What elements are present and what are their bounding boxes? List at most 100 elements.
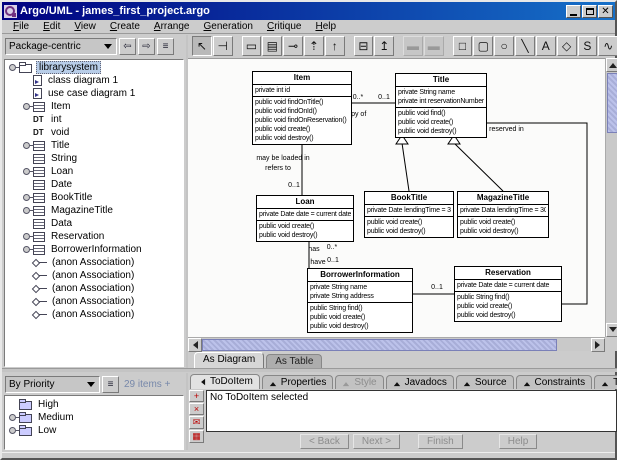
uml-operation[interactable]: public void destroy() <box>310 322 410 331</box>
explorer-tree[interactable]: librarysystemclass diagram 1use case dia… <box>4 59 184 367</box>
email-expert-button[interactable]: ✉ <box>189 416 204 429</box>
perspective-forward-button[interactable]: ⇨ <box>138 38 155 55</box>
tree-item-booktitle[interactable]: BookTitle <box>5 191 183 204</box>
uml-class-loan[interactable]: Loanprivate Date date = current datepubl… <box>256 195 354 242</box>
uml-class-reservation[interactable]: Reservationprivate Date date = current d… <box>454 266 562 322</box>
rectangle-tool-icon[interactable]: □ <box>453 36 473 56</box>
uml-attribute[interactable]: private Date lendingTime = 30 <box>367 206 451 215</box>
nav-perspective-combo[interactable]: Package-centric <box>5 38 117 55</box>
line-tool-icon[interactable]: ╲ <box>515 36 535 56</box>
scroll-up-icon[interactable] <box>606 58 617 72</box>
uml-attribute[interactable]: private Data lendingTime = 30 <box>460 206 546 215</box>
attribute-tool-icon[interactable]: ⊟ <box>354 36 374 56</box>
expand-handle-icon[interactable] <box>23 233 30 240</box>
uml-attribute[interactable]: private int id <box>255 86 349 95</box>
expand-handle-icon[interactable] <box>23 142 30 149</box>
expand-handle-icon[interactable] <box>23 168 30 175</box>
minimize-button[interactable] <box>566 5 581 18</box>
uml-operation[interactable]: public void find() <box>398 109 484 118</box>
tree-item-anon-association[interactable]: (anon Association) <box>5 308 183 321</box>
uml-operation[interactable]: public void create() <box>310 313 410 322</box>
todo-tree[interactable]: HighMediumLow <box>4 395 184 450</box>
tree-item-anon-association[interactable]: (anon Association) <box>5 269 183 282</box>
expand-handle-icon[interactable] <box>23 194 30 201</box>
uml-operation[interactable]: public void create() <box>460 218 546 227</box>
uml-operation[interactable]: public void create() <box>398 118 484 127</box>
uml-attribute[interactable]: private String address <box>310 292 410 301</box>
generalization-tool-icon[interactable]: ↑ <box>325 36 345 56</box>
edge-label[interactable]: 0..1 <box>378 94 390 101</box>
tree-item-void[interactable]: DTvoid <box>5 126 183 139</box>
uml-class-borrowerinformation[interactable]: BorrowerInformationprivate String namepr… <box>307 268 413 333</box>
uml-operation[interactable]: public void destroy() <box>460 227 546 236</box>
menu-arrange[interactable]: Arrange <box>147 21 197 32</box>
uml-operation[interactable]: public void destroy() <box>367 227 451 236</box>
edge-label[interactable]: 0..1 <box>327 257 339 264</box>
circle-tool-icon[interactable]: ○ <box>494 36 514 56</box>
uml-attribute[interactable]: private int reservationNumber <box>398 97 484 106</box>
edge-label[interactable]: 0..* <box>353 94 364 101</box>
diagram-vscrollbar[interactable] <box>605 58 617 337</box>
menu-file[interactable]: File <box>6 21 36 32</box>
menu-generation[interactable]: Generation <box>196 21 259 32</box>
spline-tool-icon[interactable]: S <box>578 36 598 56</box>
tab-taggedvalues[interactable]: TaggedValues <box>594 375 617 389</box>
new-todo-button[interactable]: + <box>189 390 204 402</box>
tree-item-date[interactable]: Date <box>5 178 183 191</box>
uml-operation[interactable]: public String find() <box>457 293 559 302</box>
expand-handle-icon[interactable] <box>23 103 30 110</box>
edge-label[interactable]: have <box>310 259 325 266</box>
uml-attribute[interactable]: private String name <box>398 88 484 97</box>
association-tool-icon[interactable]: ⊸ <box>283 36 303 56</box>
tree-item-data[interactable]: Data <box>5 217 183 230</box>
uml-class-title[interactable]: Titleprivate String nameprivate int rese… <box>395 73 487 138</box>
broom-tool-icon[interactable]: ⊣ <box>213 36 233 56</box>
tab-todoitem[interactable]: ToDoItem <box>190 374 260 389</box>
diagram-hscrollbar[interactable] <box>188 337 605 351</box>
uml-operation[interactable]: public void create() <box>255 125 349 134</box>
uml-operation[interactable]: public String find() <box>310 304 410 313</box>
tree-item-anon-association[interactable]: (anon Association) <box>5 256 183 269</box>
uml-class-booktitle[interactable]: BookTitleprivate Date lendingTime = 30pu… <box>364 191 454 238</box>
uml-class-magazinetitle[interactable]: MagazineTitleprivate Data lendingTime = … <box>457 191 549 238</box>
perspective-back-button[interactable]: ⇦ <box>119 38 136 55</box>
resolve-todo-button[interactable]: × <box>189 403 204 415</box>
scroll-left-icon[interactable] <box>188 338 202 352</box>
tree-item-int[interactable]: DTint <box>5 113 183 126</box>
tab-source[interactable]: Source <box>456 375 514 389</box>
text-tool-icon[interactable]: A <box>536 36 556 56</box>
tree-item-item[interactable]: Item <box>5 100 183 113</box>
tree-item-librarysystem[interactable]: librarysystem <box>5 61 183 74</box>
todo-perspective-combo[interactable]: By Priority <box>5 376 100 393</box>
rounded-rect-tool-icon[interactable]: ▢ <box>473 36 493 56</box>
scroll-right-icon[interactable] <box>591 338 605 352</box>
edge-label[interactable]: may be loaded in <box>256 155 309 162</box>
edge-label[interactable]: 0..* <box>327 244 338 251</box>
expand-handle-icon[interactable] <box>23 246 30 253</box>
tab-javadocs[interactable]: Javadocs <box>386 375 454 389</box>
uml-attribute[interactable]: private Date date = current date <box>457 281 559 290</box>
tree-item-string[interactable]: String <box>5 152 183 165</box>
polygon-tool-icon[interactable]: ◇ <box>557 36 577 56</box>
close-button[interactable]: ✕ <box>598 5 613 18</box>
uml-operation[interactable]: public void findOnReservation() <box>255 116 349 125</box>
tree-item-borrowerinformation[interactable]: BorrowerInformation <box>5 243 183 256</box>
uml-operation[interactable]: public void destroy() <box>398 127 484 136</box>
tree-item-anon-association[interactable]: (anon Association) <box>5 282 183 295</box>
package-tool-icon[interactable]: ▭ <box>242 36 262 56</box>
ink-tool-icon[interactable]: ∿ <box>598 36 617 56</box>
uml-operation[interactable]: public void destroy() <box>259 231 351 240</box>
expand-handle-icon[interactable] <box>9 414 16 421</box>
uml-operation[interactable]: public void create() <box>457 302 559 311</box>
uml-operation[interactable]: public void create() <box>367 218 451 227</box>
maximize-button[interactable] <box>582 5 597 18</box>
hscroll-thumb[interactable] <box>202 339 557 351</box>
tree-item-title[interactable]: Title <box>5 139 183 152</box>
scroll-down-icon[interactable] <box>606 323 617 337</box>
operation-tool-icon[interactable]: ↥ <box>374 36 394 56</box>
expand-handle-icon[interactable] <box>9 64 16 71</box>
uml-operation[interactable]: public void findOnId() <box>255 107 349 116</box>
edge-label[interactable]: has <box>308 246 320 253</box>
uml-attribute[interactable]: private Date date = current date <box>259 210 351 219</box>
menu-view[interactable]: View <box>67 21 103 32</box>
